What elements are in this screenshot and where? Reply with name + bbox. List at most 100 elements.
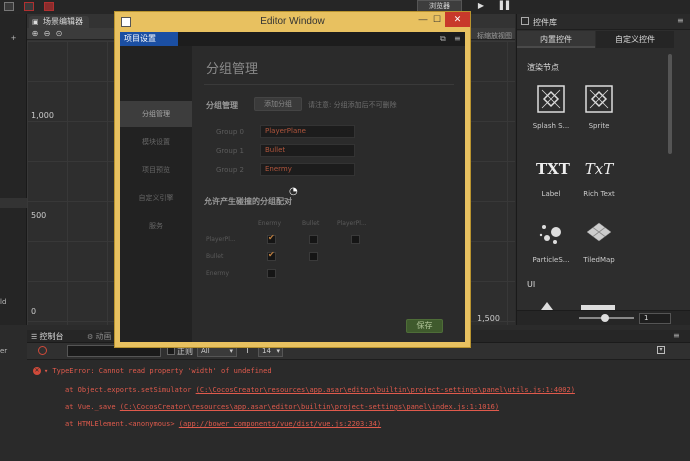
- node-particle-system[interactable]: ParticleS...: [525, 218, 577, 264]
- panel-menu-icon[interactable]: ≡: [677, 16, 684, 25]
- collision-checkbox[interactable]: [267, 250, 276, 261]
- animation-tab-label: 动画: [95, 332, 112, 341]
- stack-frame-text: at Vue._save: [65, 403, 120, 411]
- zoom-value-input[interactable]: 1: [639, 313, 671, 324]
- node-label: ParticleS...: [532, 256, 570, 264]
- tab-builtin-widgets[interactable]: 内置控件: [517, 31, 595, 48]
- group-label: Group 1: [216, 147, 244, 155]
- y-axis-label: 1,000: [31, 111, 54, 120]
- matrix-column-header: Bullet: [302, 220, 320, 227]
- hierarchy-item[interactable]: ld: [0, 298, 6, 306]
- button-node-icon[interactable]: [541, 302, 553, 310]
- panel-menu-icon[interactable]: ≡: [673, 331, 680, 340]
- animation-icon: ⚙: [87, 333, 96, 341]
- nav-group-manager[interactable]: 分组管理: [120, 101, 192, 127]
- console-tab-label: 控制台: [39, 332, 64, 341]
- tab-animation[interactable]: ⚙ 动画: [87, 330, 112, 343]
- node-label: Sprite: [588, 122, 610, 130]
- stack-frame-link[interactable]: (C:\CocosCreator\resources\app.asar\edit…: [120, 403, 499, 411]
- collapse-icon[interactable]: ▾: [657, 346, 665, 354]
- stack-frame: at HTMLElement.<anonymous> (app://bower_…: [65, 420, 381, 428]
- zoom-out-icon[interactable]: ⊖: [43, 30, 51, 38]
- zoom-slider-knob[interactable]: [601, 314, 609, 322]
- tab-custom-widgets[interactable]: 自定义控件: [596, 31, 674, 48]
- matrix-column-header: Enermy: [258, 220, 282, 227]
- library-scrollbar[interactable]: [668, 54, 672, 154]
- tab-scene-editor[interactable]: ▣ 场景编辑器: [29, 16, 89, 28]
- section-render-nodes: 渲染节点: [527, 63, 559, 72]
- play-icon[interactable]: ▶: [472, 1, 490, 12]
- nav-services[interactable]: 服务: [120, 213, 192, 239]
- collision-checkbox[interactable]: [267, 233, 276, 244]
- matrix-row-header: Bullet: [206, 253, 224, 260]
- popout-icon[interactable]: ⧉: [440, 34, 446, 44]
- rotate-tool-icon[interactable]: [24, 2, 34, 11]
- group-label: Group 0: [216, 128, 244, 136]
- node-rich-text[interactable]: TxT Rich Text: [573, 154, 625, 198]
- tab-project-settings[interactable]: 项目设置: [120, 32, 178, 46]
- title-divider: [204, 84, 454, 85]
- node-splash-sprite[interactable]: Splash S...: [525, 84, 577, 130]
- scene-icon: ▣: [32, 18, 39, 26]
- sprite-icon: [585, 85, 613, 113]
- stack-frame-text: at Object.exports.setSimulator: [65, 386, 196, 394]
- scale-tool-icon[interactable]: [44, 2, 54, 11]
- hierarchy-add-icon[interactable]: +: [0, 34, 27, 42]
- node-label: Rich Text: [583, 190, 615, 198]
- zoom-reset-icon[interactable]: ⊙: [55, 30, 63, 38]
- panel-menu-icon[interactable]: ≡: [454, 34, 461, 43]
- matrix-column-header: PlayerPl...: [337, 220, 367, 227]
- rich-text-icon: TxT: [584, 160, 614, 178]
- maximize-button[interactable]: ☐: [430, 12, 444, 27]
- collision-checkbox[interactable]: [309, 252, 318, 261]
- collision-checkbox[interactable]: [309, 235, 318, 244]
- close-button[interactable]: ✕: [445, 12, 470, 27]
- group-name-input[interactable]: Enermy: [260, 163, 355, 176]
- scene-tab-label: 场景编辑器: [43, 17, 83, 26]
- label-icon: TXT: [536, 160, 570, 178]
- y-axis-label: 0: [31, 307, 37, 316]
- stack-frame: at Vue._save (C:\CocosCreator\resources\…: [65, 403, 499, 411]
- console-icon: ☰: [31, 333, 40, 341]
- regex-checkbox[interactable]: [167, 347, 175, 355]
- nav-project-preview[interactable]: 项目预览: [120, 157, 192, 183]
- stack-frame-link[interactable]: (C:\CocosCreator\resources\app.asar\edit…: [196, 386, 575, 394]
- move-tool-icon[interactable]: [4, 2, 14, 11]
- hierarchy-item[interactable]: er: [0, 347, 7, 355]
- console-panel: ☰ 控制台 ⚙ 动画 ≡ 正则 All ▾ T 14 ▾ ▾ ✕ ▾ TypeErr…: [0, 330, 690, 461]
- stack-frame-link[interactable]: (app://bower_components/vue/dist/vue.js:…: [179, 420, 381, 428]
- viewport-hint: 标缩放视图: [477, 32, 512, 40]
- widget-library-title: 控件库: [533, 18, 557, 27]
- widget-library-panel: 控件库 ≡ 内置控件 自定义控件 渲染节点 Splash S... Sprite…: [516, 14, 690, 325]
- hierarchy-panel: + ld er: [0, 14, 27, 355]
- nav-module-settings[interactable]: 模块设置: [120, 129, 192, 155]
- console-log: ✕ ▾ TypeError: Cannot read property 'wid…: [0, 360, 690, 461]
- collision-checkbox[interactable]: [267, 269, 276, 278]
- busy-cursor-icon: ◔: [289, 186, 298, 197]
- add-group-note: 请注意: 分组添加后不可删除: [308, 101, 397, 109]
- y-axis-label: 500: [31, 211, 47, 220]
- node-label: Splash S...: [532, 122, 570, 130]
- group-name-input[interactable]: Bullet: [260, 144, 355, 157]
- group-manage-label: 分组管理: [206, 101, 238, 110]
- error-icon: ✕: [33, 367, 41, 375]
- node-label[interactable]: TXT Label: [525, 154, 577, 198]
- nav-custom-engine[interactable]: 自定义引擎: [120, 185, 192, 211]
- zoom-in-icon[interactable]: ⊕: [31, 30, 39, 38]
- tiled-map-icon: [586, 222, 612, 242]
- page-title: 分组管理: [206, 62, 259, 77]
- pause-icon[interactable]: ▌▌: [497, 1, 515, 12]
- group-name-input[interactable]: PlayerPlane: [260, 125, 355, 138]
- node-tiled-map[interactable]: TiledMap: [573, 218, 625, 264]
- window-titlebar[interactable]: Editor Window — ☐ ✕: [115, 12, 470, 32]
- hierarchy-divider: [0, 198, 27, 208]
- save-button[interactable]: 保存: [406, 319, 443, 333]
- tab-console[interactable]: ☰ 控制台: [31, 330, 64, 343]
- collision-checkbox[interactable]: [351, 235, 360, 244]
- node-sprite[interactable]: Sprite: [573, 84, 625, 130]
- clear-console-icon[interactable]: [38, 346, 47, 355]
- add-group-button[interactable]: 添加分组: [254, 97, 302, 111]
- minimize-button[interactable]: —: [416, 12, 430, 27]
- node-label: TiledMap: [583, 256, 615, 264]
- widget-library-tabs: 内置控件 自定义控件: [517, 31, 690, 48]
